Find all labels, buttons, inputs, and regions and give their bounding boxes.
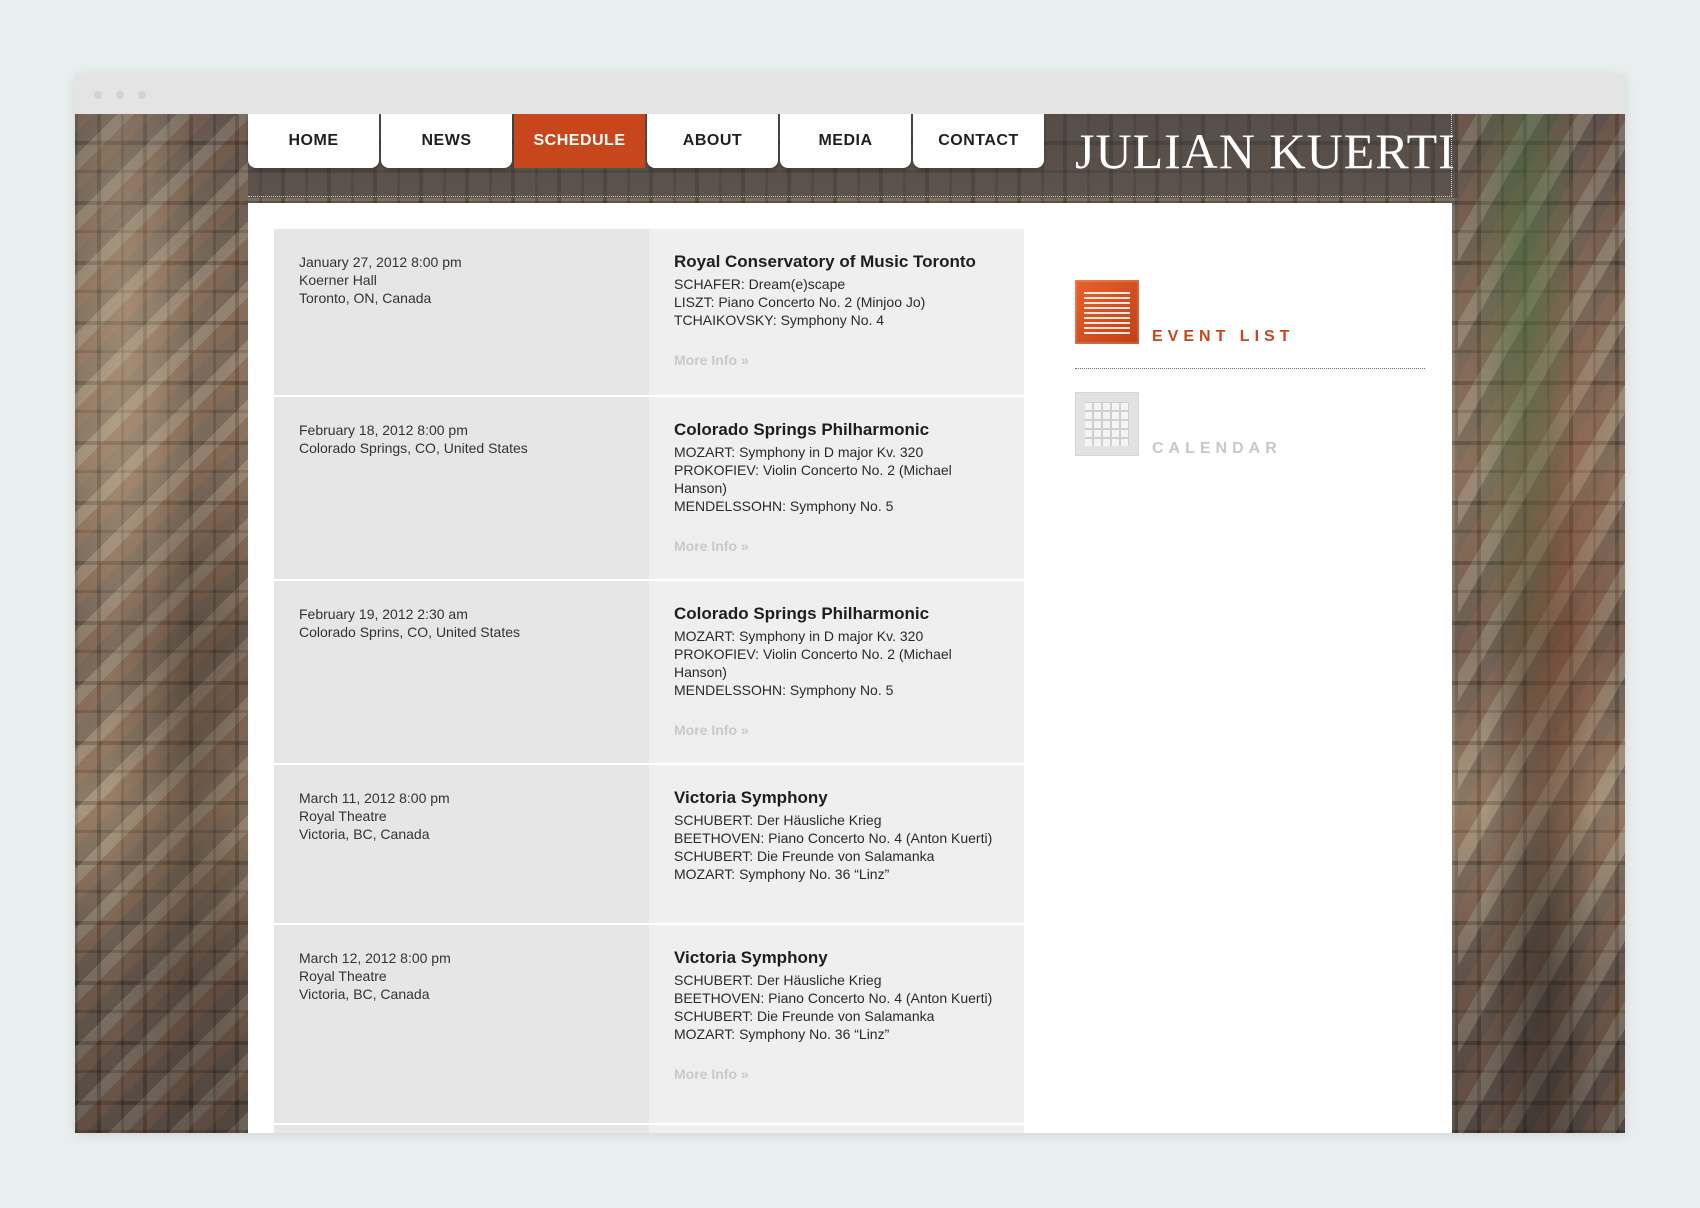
more-info-link[interactable]: More Info » [674, 351, 749, 369]
event-program-item: SCHUBERT: Der Häusliche Krieg [674, 972, 882, 988]
event-title: Victoria Symphony [674, 788, 828, 807]
event-details: Victoria Symphony SCHUBERT: Der Häuslich… [649, 765, 1024, 923]
event-title: Colorado Springs Philharmonic [674, 420, 930, 439]
event-details: Colorado Springs Philharmonic MOZART: Sy… [649, 397, 1024, 579]
event-program-item: SCHUBERT: Die Freunde von Salamanka [674, 1008, 935, 1024]
site-title[interactable]: JULIAN KUERTI [1075, 122, 1456, 180]
calendar-icon [1075, 392, 1139, 456]
nav-tab-contact[interactable]: CONTACT [913, 114, 1044, 168]
event-location: Victoria, BC, Canada [299, 986, 430, 1002]
main-content: January 27, 2012 8:00 pm Koerner Hall To… [248, 203, 1452, 1133]
event-row: February 19, 2012 2:30 am Colorado Sprin… [274, 581, 1024, 765]
nav-tab-about[interactable]: ABOUT [647, 114, 778, 168]
browser-window: HOME NEWS SCHEDULE ABOUT MEDIA CONTACT J… [75, 74, 1625, 1133]
list-icon [1075, 280, 1139, 344]
event-program-item: SCHAFER: Dream(e)scape [674, 276, 846, 292]
event-when-where: February 19, 2012 2:30 am Colorado Sprin… [274, 581, 649, 763]
event-when-where: March 12, 2012 8:00 pm Royal Theatre Vic… [274, 925, 649, 1123]
event-location: Victoria, BC, Canada [299, 826, 430, 842]
event-program-item: TCHAIKOVSKY: Symphony No. 4 [674, 312, 885, 328]
event-program-item: MENDELSSOHN: Symphony No. 5 [674, 682, 894, 698]
more-info-link[interactable]: More Info » [674, 537, 749, 555]
event-row: March 12, 2012 8:00 pm Royal Theatre Vic… [274, 925, 1024, 1125]
nav-tab-schedule[interactable]: SCHEDULE [514, 114, 645, 168]
nav-tab-news[interactable]: NEWS [381, 114, 512, 168]
event-date: February 19, 2012 2:30 am [299, 606, 468, 622]
event-when-where [274, 1125, 649, 1133]
event-row: January 27, 2012 8:00 pm Koerner Hall To… [274, 229, 1024, 397]
event-when-where: March 11, 2012 8:00 pm Royal Theatre Vic… [274, 765, 649, 923]
event-details: Colorado Springs Philharmonic MOZART: Sy… [649, 581, 1024, 763]
event-row: February 18, 2012 8:00 pm Colorado Sprin… [274, 397, 1024, 581]
calendar-view-button[interactable]: CALENDAR [1075, 392, 1425, 504]
view-switcher: EVENT LIST CALENDAR [1075, 280, 1425, 504]
window-dot-icon[interactable] [138, 91, 146, 99]
event-row [274, 1125, 1024, 1133]
page-viewport: HOME NEWS SCHEDULE ABOUT MEDIA CONTACT J… [75, 114, 1625, 1133]
event-program-item: MOZART: Symphony in D major Kv. 320 [674, 444, 924, 460]
event-program-item: PROKOFIEV: Violin Concerto No. 2 (Michae… [674, 646, 952, 680]
event-title: Colorado Springs Philharmonic [674, 604, 930, 623]
event-date: March 11, 2012 8:00 pm [299, 790, 450, 806]
event-location: Toronto, ON, Canada [299, 290, 432, 306]
event-date: February 18, 2012 8:00 pm [299, 422, 468, 438]
event-when-where: January 27, 2012 8:00 pm Koerner Hall To… [274, 229, 649, 395]
more-info-link[interactable]: More Info » [674, 1065, 749, 1083]
event-program-item: SCHUBERT: Die Freunde von Salamanka [674, 848, 935, 864]
browser-titlebar [75, 74, 1625, 114]
window-dot-icon[interactable] [94, 91, 102, 99]
event-date: March 12, 2012 8:00 pm [299, 950, 451, 966]
event-venue: Royal Theatre [299, 968, 387, 984]
event-program-item: SCHUBERT: Der Häusliche Krieg [674, 812, 882, 828]
event-program-item: BEETHOVEN: Piano Concerto No. 4 (Anton K… [674, 990, 993, 1006]
nav-tab-media[interactable]: MEDIA [780, 114, 911, 168]
header-dotted-border [248, 196, 1452, 197]
event-details: Royal Conservatory of Music Toronto SCHA… [649, 229, 1024, 395]
event-details [649, 1125, 1024, 1133]
event-title: Victoria Symphony [674, 948, 828, 967]
event-location: Colorado Sprins, CO, United States [299, 624, 520, 640]
event-details: Victoria Symphony SCHUBERT: Der Häuslich… [649, 925, 1024, 1123]
event-program-item: MOZART: Symphony No. 36 “Linz” [674, 1026, 890, 1042]
window-dot-icon[interactable] [116, 91, 124, 99]
event-venue: Royal Theatre [299, 808, 387, 824]
event-title: Royal Conservatory of Music Toronto [674, 252, 976, 271]
event-venue: Koerner Hall [299, 272, 377, 288]
event-program-item: BEETHOVEN: Piano Concerto No. 4 (Anton K… [674, 830, 993, 846]
event-program-item: LISZT: Piano Concerto No. 2 (Minjoo Jo) [674, 294, 926, 310]
event-row: March 11, 2012 8:00 pm Royal Theatre Vic… [274, 765, 1024, 925]
event-list-view-button[interactable]: EVENT LIST [1075, 280, 1425, 392]
event-when-where: February 18, 2012 8:00 pm Colorado Sprin… [274, 397, 649, 579]
event-location: Colorado Springs, CO, United States [299, 440, 528, 456]
sidebar-divider [1075, 368, 1425, 369]
event-list: January 27, 2012 8:00 pm Koerner Hall To… [274, 229, 1024, 1133]
background-photo-right [1458, 114, 1625, 1133]
event-program-item: PROKOFIEV: Violin Concerto No. 2 (Michae… [674, 462, 952, 496]
calendar-label: CALENDAR [1152, 440, 1282, 457]
event-program-item: MENDELSSOHN: Symphony No. 5 [674, 498, 894, 514]
nav-tab-home[interactable]: HOME [248, 114, 379, 168]
event-program-item: MOZART: Symphony in D major Kv. 320 [674, 628, 924, 644]
event-list-label: EVENT LIST [1152, 328, 1295, 345]
event-program-item: MOZART: Symphony No. 36 “Linz” [674, 866, 890, 882]
more-info-link[interactable]: More Info » [674, 721, 749, 739]
event-date: January 27, 2012 8:00 pm [299, 254, 462, 270]
background-photo-left [75, 114, 248, 1133]
